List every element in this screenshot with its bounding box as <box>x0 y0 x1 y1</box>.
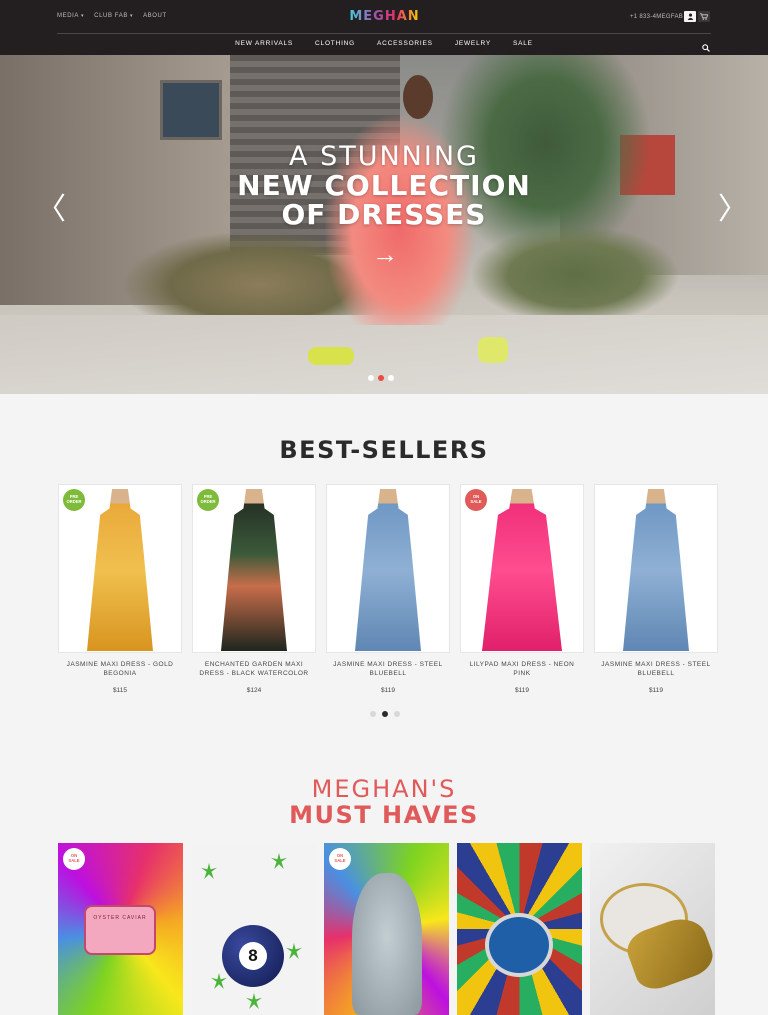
dress-figure <box>355 489 421 651</box>
carousel-dot[interactable] <box>394 711 400 717</box>
product-name[interactable]: LILYPAD MAXI DRESS - NEON PINK <box>460 661 584 680</box>
nav-jewelry[interactable]: JEWELRY <box>455 40 491 47</box>
search-icon <box>702 44 710 52</box>
top-nav-about[interactable]: ABOUT <box>143 13 167 19</box>
product-name[interactable]: JASMINE MAXI DRESS - STEEL BLUEBELL <box>594 661 718 680</box>
main-nav: NEW ARRIVALS CLOTHING ACCESSORIES JEWELR… <box>0 40 768 47</box>
hero-next-arrow-icon[interactable]: 〉 <box>718 195 748 225</box>
nav-clothing[interactable]: CLOTHING <box>315 40 355 47</box>
cart-icon <box>700 13 708 20</box>
user-icon <box>687 13 693 20</box>
product-card[interactable]: PRE ORDER JASMINE MAXI DRESS - GOLD BEGON… <box>58 484 182 694</box>
nav-accessories[interactable]: ACCESSORIES <box>377 40 433 47</box>
carousel-dot-active[interactable] <box>382 711 388 717</box>
product-price: $119 <box>515 687 529 694</box>
hero-image-model-head <box>403 75 433 119</box>
cart-button[interactable] <box>698 11 710 22</box>
top-nav-media-label: MEDIA <box>57 13 80 19</box>
must-haves-title-line1: MEGHAN'S <box>311 775 457 803</box>
hero-dot[interactable] <box>368 375 374 381</box>
nav-new-arrivals[interactable]: NEW ARRIVALS <box>235 40 293 47</box>
hero-dot-active[interactable] <box>378 375 384 381</box>
site-header: MEDIA ▾ CLUB FAB ▾ ABOUT MEGHAN FABULOUS +… <box>0 0 768 55</box>
hero-dot[interactable] <box>388 375 394 381</box>
hero-image-window <box>160 80 222 140</box>
pre-order-badge: PRE ORDER <box>63 489 85 511</box>
best-sellers-carousel: PRE ORDER JASMINE MAXI DRESS - GOLD BEGON… <box>58 484 718 694</box>
hero-image-shoe <box>308 347 354 365</box>
product-card[interactable]: PRE ORDER ENCHANTED GARDEN MAXI DRESS - B… <box>192 484 316 694</box>
product-price: $119 <box>381 687 395 694</box>
site-logo[interactable]: MEGHAN FABULOUS <box>307 9 462 39</box>
must-haves-title-line2: MUST HAVES <box>289 801 479 829</box>
hero-cta-arrow-icon[interactable]: → <box>372 241 398 267</box>
dress-figure <box>482 489 562 651</box>
top-nav-club-fab[interactable]: CLUB FAB ▾ <box>94 13 133 19</box>
product-image[interactable]: PRE ORDER <box>58 484 182 653</box>
carousel-dot[interactable] <box>370 711 376 717</box>
chevron-down-icon: ▾ <box>129 13 134 19</box>
dress-figure <box>623 489 689 651</box>
product-card[interactable]: JASMINE MAXI DRESS - STEEL BLUEBELL $119 <box>594 484 718 694</box>
hero-image-shrub-right <box>470 225 680 325</box>
eight-ball-number: 8 <box>239 942 267 970</box>
leaf-decoration <box>201 863 217 879</box>
product-image[interactable]: PRE ORDER <box>192 484 316 653</box>
on-sale-badge: ON SALE <box>465 489 487 511</box>
hero-headline-line3: OF DRESSES <box>281 198 487 231</box>
best-sellers-title: BEST-SELLERS <box>279 436 489 464</box>
eight-ball-bag-image: 8 <box>222 925 284 987</box>
nav-sale[interactable]: SALE <box>513 40 533 47</box>
hero-image-shoe <box>478 337 508 363</box>
phone-number[interactable]: +1 833-4MEGFAB <box>630 14 683 20</box>
top-nav: MEDIA ▾ CLUB FAB ▾ ABOUT <box>57 13 167 19</box>
best-sellers-pagination <box>370 711 400 717</box>
product-price: $124 <box>246 687 262 694</box>
product-name[interactable]: ENCHANTED GARDEN MAXI DRESS - BLACK WATE… <box>192 661 316 680</box>
on-sale-badge: ON SALE <box>63 848 85 870</box>
beaded-emblem-image <box>485 913 553 977</box>
leaf-decoration <box>246 993 262 1009</box>
hero-image-sidewalk <box>0 315 768 394</box>
product-card[interactable]: JASMINE MAXI DRESS - STEEL BLUEBELL $119 <box>326 484 450 694</box>
clutch-text: OYSTER CAVIAR <box>93 915 147 921</box>
header-divider <box>57 33 711 34</box>
must-have-item[interactable]: ON SALE <box>324 843 449 1015</box>
on-sale-badge: ON SALE <box>329 848 351 870</box>
leaf-decoration <box>211 973 227 989</box>
must-have-item[interactable]: 8 <box>191 843 316 1015</box>
leaf-decoration <box>271 853 287 869</box>
dress-figure <box>87 489 153 651</box>
must-have-item[interactable] <box>590 843 715 1015</box>
chevron-down-icon: ▾ <box>81 13 85 19</box>
clutch-image: OYSTER CAVIAR <box>84 905 156 955</box>
top-nav-media[interactable]: MEDIA ▾ <box>57 13 84 19</box>
must-have-item[interactable]: OYSTER CAVIAR ON SALE <box>58 843 183 1015</box>
product-image[interactable] <box>326 484 450 653</box>
hero-pagination <box>368 375 394 381</box>
product-image[interactable] <box>594 484 718 653</box>
bust-statue-image <box>352 873 422 1015</box>
product-price: $115 <box>113 687 127 694</box>
top-nav-club-fab-label: CLUB FAB <box>94 13 128 19</box>
product-name[interactable]: JASMINE MAXI DRESS - STEEL BLUEBELL <box>326 661 450 680</box>
must-have-item[interactable] <box>457 843 582 1015</box>
product-image[interactable]: ON SALE <box>460 484 584 653</box>
pre-order-badge: PRE ORDER <box>197 489 219 511</box>
product-price: $119 <box>649 687 663 694</box>
product-name[interactable]: JASMINE MAXI DRESS - GOLD BEGONIA <box>58 661 182 680</box>
hero-headline-line1: A STUNNING <box>289 141 479 172</box>
account-button[interactable] <box>684 11 696 22</box>
must-haves-grid: OYSTER CAVIAR ON SALE 8 ON SALE <box>58 843 715 1015</box>
hero-prev-arrow-icon[interactable]: 〈 <box>36 195 66 225</box>
hero-slider: A STUNNING NEW COLLECTION OF DRESSES → 〈… <box>0 55 768 394</box>
leaf-decoration <box>286 943 302 959</box>
product-card[interactable]: ON SALE LILYPAD MAXI DRESS - NEON PINK $1… <box>460 484 584 694</box>
dress-figure <box>221 489 287 651</box>
